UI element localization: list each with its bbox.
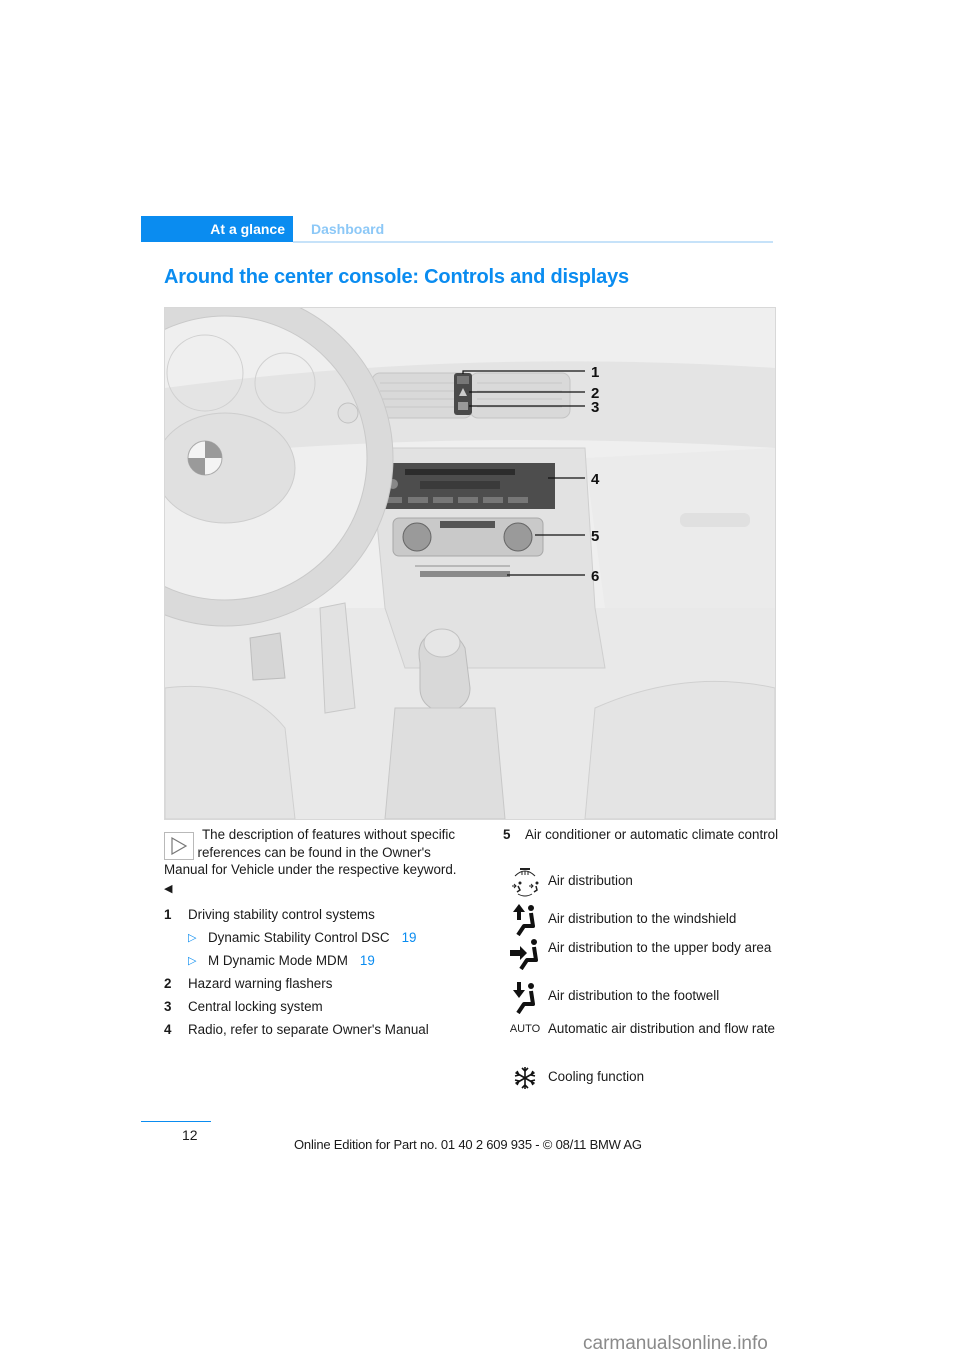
callout-6: 6 — [591, 568, 599, 585]
bullet-triangle-icon: ▷ — [188, 932, 197, 944]
watermark: carmanualsonline.info — [583, 1333, 768, 1354]
list-item: 2 Hazard warning flashers — [164, 976, 333, 991]
left-column: The description of features without spec… — [164, 826, 464, 1042]
page-ref-link[interactable]: 19 — [402, 927, 417, 950]
sub-list-item: ▷ Dynamic Stability Control DSC 19 — [164, 927, 464, 950]
end-mark-icon: ◀ — [164, 882, 173, 895]
page-number-rule — [141, 1121, 211, 1122]
note-text: The description of features without spec… — [164, 827, 457, 877]
right-column: 5 Air conditioner or automatic climate c… — [503, 826, 783, 1089]
symbol-row: Air distribution to the upper body area — [503, 938, 783, 970]
page-number: 12 — [182, 1127, 198, 1143]
callout-1: 1 — [591, 364, 599, 381]
list-item: 1 Driving stability control systems — [164, 907, 375, 922]
note-icon — [164, 832, 194, 860]
bullet-triangle-icon: ▷ — [188, 955, 197, 967]
symbol-row: AUTO Automatic air distribution and flow… — [503, 1020, 783, 1038]
callout-5: 5 — [591, 528, 599, 545]
symbol-row: Air distribution — [503, 864, 783, 898]
footwell-distribution-icon — [503, 982, 547, 1014]
callout-4: 4 — [591, 471, 600, 488]
air-distribution-icon — [503, 864, 547, 898]
section-tab-label: At a glance — [210, 221, 285, 237]
subsection-label[interactable]: Dashboard — [311, 221, 384, 237]
symbol-row: Cooling function — [503, 1066, 783, 1090]
note-paragraph: The description of features without spec… — [164, 826, 464, 898]
list-item: 5 Air conditioner or automatic climate c… — [503, 827, 779, 842]
snowflake-icon — [503, 1066, 547, 1090]
dashboard-illustration: 1 2 3 4 5 6 — [164, 307, 776, 820]
symbol-row: Air distribution to the windshield — [503, 904, 783, 936]
sub-list-item: ▷ M Dynamic Mode MDM 19 — [164, 950, 464, 973]
edition-notice: Online Edition for Part no. 01 40 2 609 … — [294, 1137, 642, 1152]
symbol-row: Air distribution to the footwell — [503, 982, 783, 1014]
list-item: 4 Radio, refer to separate Owner's Manua… — [164, 1022, 429, 1037]
auto-icon: AUTO — [509, 1023, 541, 1035]
upper-body-distribution-icon — [503, 938, 547, 970]
page-ref-link[interactable]: 19 — [360, 950, 375, 973]
callout-3: 3 — [591, 399, 599, 416]
windshield-distribution-icon — [503, 904, 547, 936]
header-divider — [293, 241, 773, 243]
section-tab[interactable]: At a glance — [141, 216, 293, 242]
item-list: 1 Driving stability control systems ▷ Dy… — [164, 904, 464, 1042]
list-item: 3 Central locking system — [164, 999, 323, 1014]
page-title: Around the center console: Controls and … — [164, 266, 629, 288]
